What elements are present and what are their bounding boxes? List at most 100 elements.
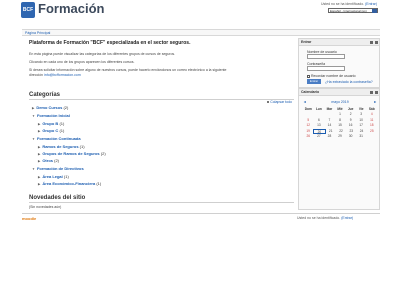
password-input[interactable] bbox=[307, 66, 345, 71]
intro-paragraph: dirección info@bcfformacion.com bbox=[29, 73, 81, 77]
calendar-month-link[interactable]: mayo 2019 bbox=[303, 100, 377, 104]
intro-title: Plataforma de Formación "BCF" especializ… bbox=[29, 40, 191, 46]
calendar-empty-day bbox=[366, 134, 377, 139]
subcategory-item[interactable]: ▶ Área Legal (1) bbox=[38, 174, 69, 179]
category-count: (1) bbox=[59, 128, 65, 133]
subcategory-item[interactable]: ▶ Ramos de Seguros (1) bbox=[38, 144, 85, 149]
category-count: (2) bbox=[63, 105, 69, 110]
category-name: Área Legal bbox=[42, 174, 63, 179]
username-input[interactable] bbox=[307, 54, 345, 59]
subcategory-item[interactable]: ▶ Otros (2) bbox=[38, 158, 59, 163]
intro-paragraph: En esta página puede visualizar las cate… bbox=[29, 52, 176, 56]
forgot-password-link[interactable]: ¿Ha extraviado la contraseña? bbox=[325, 80, 373, 84]
categories-heading: Categorías bbox=[29, 92, 61, 98]
divider bbox=[29, 99, 294, 100]
breadcrumb-home-link[interactable]: Página Principal bbox=[25, 31, 50, 35]
category-name: Otros bbox=[42, 158, 53, 163]
footer-login-info: Usted no se ha identificado. (Entrar) bbox=[297, 216, 353, 220]
triangle-right-icon: ▶ bbox=[38, 159, 41, 163]
category-name: Grupo B bbox=[42, 121, 59, 126]
category-name: Formación Continuada bbox=[36, 136, 81, 141]
calendar-week-row: 26 27 28 29 30 31 bbox=[303, 134, 377, 139]
language-selected-value: Español - Internacional (es) bbox=[330, 9, 367, 13]
site-logo-mark[interactable]: BCF bbox=[21, 2, 35, 18]
login-block: Entrar Nombre de usuario Contraseña Reco… bbox=[298, 38, 380, 88]
calendar-block-title: Calendario bbox=[301, 90, 320, 95]
calendar-day[interactable]: 27 bbox=[314, 134, 325, 139]
main-content: Plataforma de Formación "BCF" especializ… bbox=[24, 38, 294, 213]
subcategory-item[interactable]: ▶ Área Económico-Financiera (1) bbox=[38, 181, 101, 186]
category-count: (2) bbox=[54, 158, 59, 163]
triangle-right-icon: ▶ bbox=[38, 145, 41, 149]
remember-username[interactable]: Recordar nombre de usuario bbox=[307, 74, 356, 78]
collapse-all-label: Colapsar todo bbox=[270, 100, 292, 104]
footer-login-link[interactable]: (Entrar) bbox=[341, 216, 353, 220]
category-count: (2) bbox=[100, 151, 106, 156]
calendar-block: Calendario ◄ mayo 2019 ► Dom Lun Mar Mié Jue… bbox=[298, 88, 380, 210]
intro-contact-prefix: dirección bbox=[29, 73, 44, 77]
calendar-block-header: Calendario bbox=[299, 89, 379, 96]
remember-label: Recordar nombre de usuario bbox=[311, 74, 356, 78]
category-name: Ramos de Seguros bbox=[42, 144, 79, 149]
divider bbox=[29, 202, 294, 203]
news-empty-text: (Sin novedades aún) bbox=[29, 205, 62, 209]
triangle-down-icon: ▼ bbox=[32, 137, 35, 141]
language-select[interactable]: Español - Internacional (es) bbox=[328, 8, 378, 13]
calendar-nav: ◄ mayo 2019 ► bbox=[303, 100, 377, 105]
calendar-day[interactable]: 31 bbox=[356, 134, 367, 139]
intro-paragraph: Si desea solicitar información sobre alg… bbox=[29, 68, 227, 72]
category-name: Formación Inicial bbox=[36, 113, 70, 118]
calendar-day[interactable]: 30 bbox=[345, 134, 356, 139]
page-header: BCF Formación Usted no se ha identificad… bbox=[0, 0, 400, 28]
subcategory-item[interactable]: ▶ Grupo C (1) bbox=[38, 128, 64, 133]
remember-checkbox[interactable] bbox=[307, 74, 310, 78]
triangle-down-icon: ▼ bbox=[32, 167, 35, 171]
category-count: (1) bbox=[59, 121, 65, 126]
login-submit-button[interactable]: Entrar bbox=[307, 79, 321, 84]
category-name: Demo Cursos bbox=[36, 105, 63, 110]
news-heading: Novedades del sitio bbox=[29, 195, 86, 201]
footer-divider bbox=[22, 213, 380, 214]
category-count: (1) bbox=[96, 181, 102, 186]
category-count: (1) bbox=[79, 144, 85, 149]
collapse-all-link[interactable]: Colapsar todo bbox=[266, 100, 292, 104]
category-name: Área Económico-Financiera bbox=[42, 181, 96, 186]
triangle-right-icon: ▶ bbox=[38, 182, 41, 186]
subcategory-item[interactable]: ▶ Grupo B (1) bbox=[38, 121, 64, 126]
login-block-title: Entrar bbox=[301, 40, 312, 45]
intro-paragraph: Clicando en cada uno de los grupos apare… bbox=[29, 60, 135, 64]
triangle-right-icon: ▶ bbox=[38, 129, 41, 133]
dock-icon[interactable] bbox=[370, 90, 373, 94]
category-item[interactable]: ▼ Formación Continuada bbox=[32, 136, 81, 141]
login-block-header: Entrar bbox=[299, 39, 379, 46]
triangle-right-icon: ▶ bbox=[38, 175, 41, 179]
header-login-link[interactable]: (Entrar) bbox=[365, 2, 377, 6]
dock-icon[interactable] bbox=[370, 40, 373, 44]
category-count: (1) bbox=[63, 174, 69, 179]
category-item[interactable]: ▼ Formación Inicial bbox=[32, 113, 70, 118]
chevron-down-icon bbox=[372, 9, 377, 13]
calendar-day[interactable]: 28 bbox=[324, 134, 335, 139]
category-item[interactable]: ▼ Formación de Directivos bbox=[32, 166, 84, 171]
triangle-right-icon: ▶ bbox=[38, 122, 41, 126]
category-item[interactable]: ▶ Demo Cursos (2) bbox=[32, 105, 68, 110]
category-name: Grupo C bbox=[42, 128, 59, 133]
moodle-logo[interactable]: moodle bbox=[22, 216, 36, 221]
subcategory-item[interactable]: ▶ Grupos de Ramos de Seguros (2) bbox=[38, 151, 106, 156]
triangle-right-icon: ▶ bbox=[32, 106, 35, 110]
collapse-icon bbox=[266, 100, 270, 104]
calendar-day[interactable]: 26 bbox=[303, 134, 314, 139]
collapse-icon[interactable] bbox=[374, 90, 378, 94]
calendar-grid: Dom Lun Mar Mié Jue Vie Sáb 1 2 3 4 5 6 7 8 9 10 11 12 13 14… bbox=[303, 107, 377, 139]
header-login-info: Usted no se ha identificado. (Entrar) bbox=[321, 2, 377, 6]
login-status-text: Usted no se ha identificado. bbox=[320, 2, 365, 6]
triangle-right-icon: ▶ bbox=[38, 152, 41, 156]
next-month-icon[interactable]: ► bbox=[374, 100, 377, 104]
footer-login-status: Usted no se ha identificado. bbox=[297, 216, 341, 220]
site-logo-text[interactable]: Formación bbox=[38, 1, 104, 16]
category-name: Formación de Directivos bbox=[36, 166, 84, 171]
collapse-icon[interactable] bbox=[374, 40, 378, 44]
triangle-down-icon: ▼ bbox=[32, 114, 35, 118]
contact-email-link[interactable]: info@bcfformacion.com bbox=[44, 73, 81, 77]
calendar-day[interactable]: 29 bbox=[335, 134, 346, 139]
